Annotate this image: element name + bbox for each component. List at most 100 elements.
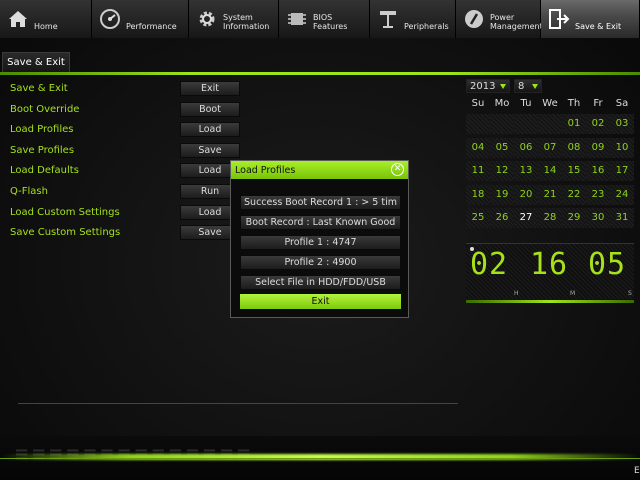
- tab-home[interactable]: Home: [0, 0, 92, 38]
- calendar-day[interactable]: 02: [586, 114, 610, 134]
- seconds-unit: S: [628, 290, 632, 297]
- dialog-header: Load Profiles ✕: [231, 161, 408, 179]
- clock-seconds[interactable]: 05: [588, 247, 626, 282]
- calendar-day[interactable]: 06: [514, 137, 538, 158]
- calendar-day[interactable]: 27: [514, 208, 538, 228]
- weekday-header: Fr: [593, 98, 603, 109]
- clock-hours[interactable]: 02: [470, 247, 508, 282]
- calendar-day[interactable]: 30: [586, 208, 610, 228]
- calendar-day[interactable]: 21: [538, 184, 562, 205]
- menu-label: Save & Exit: [10, 83, 68, 94]
- tab-label: Peripherals: [404, 22, 449, 31]
- accent-divider: [0, 72, 640, 75]
- footer-line: [0, 458, 640, 459]
- calendar-empty-cell: [538, 114, 562, 134]
- close-icon[interactable]: ✕: [391, 163, 404, 176]
- content-separator: [18, 403, 458, 404]
- tab-power-management[interactable]: Power Management: [456, 0, 543, 38]
- calendar-day[interactable]: 11: [466, 161, 490, 181]
- calendar-day[interactable]: 18: [466, 184, 490, 205]
- tab-label: Power Management: [490, 13, 543, 31]
- tab-bios-features[interactable]: BIOS Features: [279, 0, 370, 38]
- calendar-day[interactable]: 23: [586, 184, 610, 205]
- calendar-empty-cell: [490, 114, 514, 134]
- calendar-day[interactable]: 29: [562, 208, 586, 228]
- calendar: Su Mo Tu We Th Fr Sa 01 02 03 04 05 06 07 08 09 10 11 12 13…: [466, 96, 634, 230]
- menu-label: Q-Flash: [10, 186, 48, 197]
- plug-icon: [376, 7, 400, 31]
- footer-right-text: E: [634, 466, 640, 476]
- weekday-header: Sa: [615, 98, 629, 109]
- calendar-day[interactable]: 31: [610, 208, 634, 228]
- chevron-down-icon: [500, 84, 506, 89]
- clock-underline: [466, 300, 634, 303]
- tab-label: System Information: [223, 13, 270, 31]
- calendar-day[interactable]: 03: [610, 114, 634, 134]
- top-navigation: Home Performance System Information BIOS Fe…: [0, 0, 640, 38]
- calendar-day[interactable]: 05: [490, 137, 514, 158]
- calendar-day[interactable]: 22: [562, 184, 586, 205]
- menu-label: Save Custom Settings: [10, 227, 121, 239]
- calendar-day[interactable]: 19: [490, 184, 514, 205]
- calendar-day[interactable]: 09: [586, 137, 610, 158]
- calendar-day[interactable]: 26: [490, 208, 514, 228]
- dialog-option[interactable]: Boot Record : Last Known Good: [240, 215, 401, 230]
- gauge-icon: [98, 7, 122, 31]
- dialog-title: Load Profiles: [235, 164, 296, 176]
- dialog-option[interactable]: Profile 2 : 4900: [240, 255, 401, 270]
- tab-peripherals[interactable]: Peripherals: [370, 0, 456, 38]
- menu-item-save-exit: Save & Exit Exit: [0, 81, 250, 99]
- footer-glow: [0, 454, 640, 460]
- calendar-day[interactable]: 10: [610, 137, 634, 158]
- year-value: 2013: [470, 80, 496, 92]
- dialog-exit-button[interactable]: Exit: [240, 294, 401, 309]
- boot-override-button[interactable]: Boot: [180, 101, 240, 117]
- load-profiles-button[interactable]: Load: [180, 122, 240, 138]
- menu-item-load-defaults: Load Defaults Load: [0, 163, 250, 181]
- calendar-day[interactable]: 28: [538, 208, 562, 228]
- tab-label: Performance: [126, 22, 177, 31]
- calendar-empty-cell: [514, 114, 538, 134]
- calendar-day[interactable]: 04: [466, 137, 490, 158]
- calendar-day[interactable]: 20: [514, 184, 538, 205]
- menu-item-boot-override: Boot Override Boot: [0, 101, 250, 120]
- month-value: 8: [518, 80, 525, 92]
- dialog-option[interactable]: Profile 1 : 4747: [240, 235, 401, 250]
- tab-system-information[interactable]: System Information: [189, 0, 279, 38]
- weekday-header: We: [542, 98, 558, 109]
- calendar-day[interactable]: 12: [490, 161, 514, 181]
- calendar-day[interactable]: 01: [562, 114, 586, 134]
- tab-label: BIOS Features: [313, 13, 348, 31]
- year-select[interactable]: 2013: [466, 79, 510, 93]
- load-profiles-dialog: Load Profiles ✕ Success Boot Record 1 : …: [230, 160, 409, 318]
- month-select[interactable]: 8: [514, 79, 542, 93]
- exit-door-icon: [547, 7, 571, 31]
- footer-bar: ≡≡≡≡≡≡≡≡≡≡≡≡≡≡ E: [0, 436, 640, 480]
- save-exit-button[interactable]: Exit: [180, 81, 240, 96]
- calendar-day[interactable]: 08: [562, 137, 586, 158]
- tab-save-exit[interactable]: Save & Exit: [541, 0, 640, 38]
- calendar-day[interactable]: 25: [466, 208, 490, 228]
- calendar-day[interactable]: 07: [538, 137, 562, 158]
- calendar-day[interactable]: 14: [538, 161, 562, 181]
- menu-label: Boot Override: [10, 103, 80, 115]
- subtab-save-exit[interactable]: Save & Exit: [2, 52, 70, 72]
- tab-performance[interactable]: Performance: [92, 0, 189, 38]
- menu-item-load-profiles: Load Profiles Load: [0, 122, 250, 140]
- calendar-day[interactable]: 24: [610, 184, 634, 205]
- calendar-day[interactable]: 17: [610, 161, 634, 181]
- dialog-option[interactable]: Select File in HDD/FDD/USB: [240, 275, 401, 290]
- dialog-option[interactable]: Success Boot Record 1 : > 5 tim: [240, 195, 401, 210]
- calendar-day[interactable]: 13: [514, 161, 538, 181]
- clock-minutes[interactable]: 16: [530, 247, 568, 282]
- bios-screen: Home Performance System Information BIOS Fe…: [0, 0, 640, 480]
- menu-item-save-profiles: Save Profiles Save: [0, 142, 250, 161]
- calendar-day[interactable]: 15: [562, 161, 586, 181]
- hours-unit: H: [514, 290, 519, 297]
- menu-item-save-custom-settings: Save Custom Settings Save: [0, 225, 250, 243]
- tab-label: Save & Exit: [575, 22, 622, 31]
- calendar-day[interactable]: 16: [586, 161, 610, 181]
- save-profiles-button[interactable]: Save: [180, 142, 240, 158]
- weekday-header: Tu: [520, 98, 532, 109]
- clock[interactable]: 02 16 05 H M S: [466, 243, 634, 299]
